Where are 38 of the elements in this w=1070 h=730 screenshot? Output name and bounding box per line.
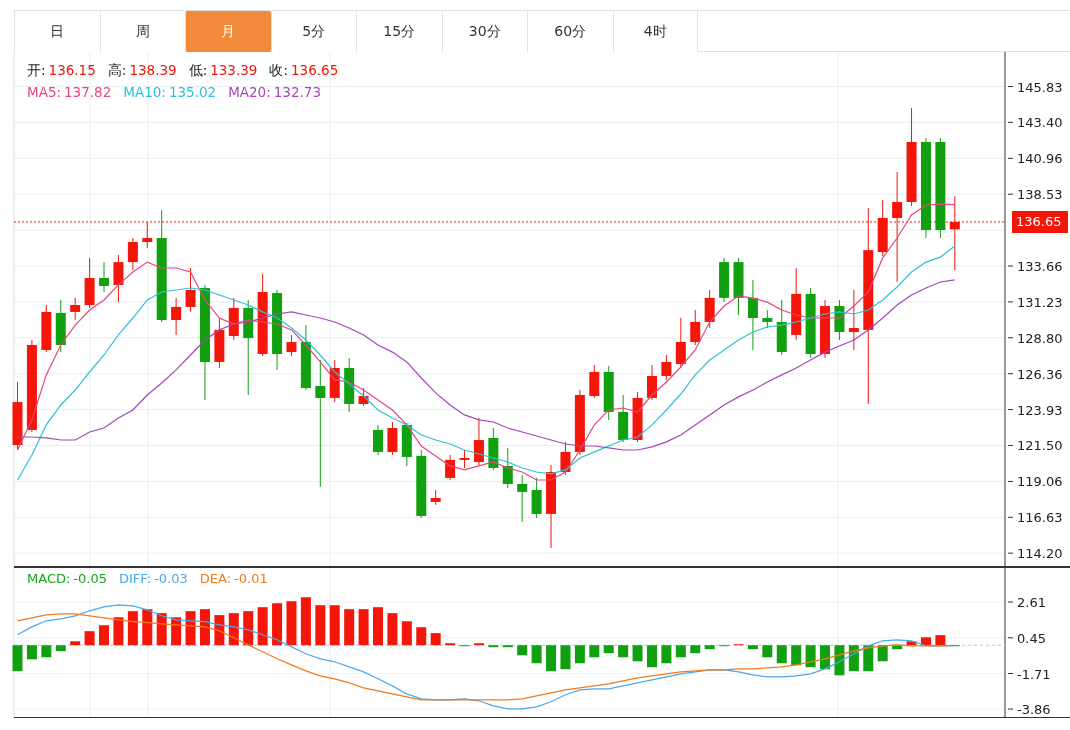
price-tick-label: 116.63	[1017, 510, 1063, 526]
ohlc-value: 133.39	[210, 62, 258, 80]
ma-label: MA20:	[228, 84, 271, 100]
price-tick-label: 143.40	[1017, 115, 1063, 131]
price-tick-label: 123.93	[1017, 402, 1063, 418]
price-tick-label: 114.20	[1017, 546, 1063, 562]
macd-tick-label: -1.71	[1017, 666, 1051, 682]
ohlc-label: 低:	[188, 62, 208, 80]
ohlc-value: 136.65	[291, 62, 339, 80]
macd-tick-label: 0.45	[1017, 630, 1046, 646]
price-tick-label: 121.50	[1017, 438, 1063, 454]
price-tick-label: 126.36	[1017, 366, 1063, 382]
macd-label: DEA:	[199, 571, 232, 586]
current-price-tag: 136.65	[1012, 210, 1068, 233]
price-tick-label: 119.06	[1017, 474, 1063, 490]
price-tick-label: 140.96	[1017, 151, 1063, 167]
ohlc-label: 高:	[107, 62, 127, 80]
ohlc-label: 收:	[269, 62, 288, 80]
price-tick-label: 133.66	[1017, 259, 1063, 275]
ma-value: 137.82	[64, 84, 112, 100]
price-tick-label: 145.83	[1017, 79, 1063, 95]
ohlc-value: 138.39	[129, 62, 177, 80]
ohlc-value: 136.15	[48, 62, 96, 80]
macd-tick-label: -3.86	[1017, 702, 1051, 718]
macd-label: DIFF:	[119, 571, 152, 586]
ma-value: 135.02	[168, 84, 217, 100]
macd-tick-label: 2.61	[1017, 595, 1046, 611]
macd-label: MACD:	[27, 571, 71, 586]
ma-label: MA5:	[27, 84, 62, 100]
ma-label: MA10:	[123, 84, 166, 100]
price-tick-label: 138.53	[1017, 187, 1063, 203]
price-tick-label: 128.80	[1017, 330, 1063, 346]
macd-value: -0.01	[234, 571, 268, 586]
macd-value: -0.05	[73, 571, 107, 586]
ohlc-label: 开:	[27, 62, 46, 80]
macd-value: -0.03	[154, 571, 188, 586]
price-tick-label: 131.23	[1017, 294, 1063, 310]
ma-value: 132.73	[273, 84, 321, 100]
